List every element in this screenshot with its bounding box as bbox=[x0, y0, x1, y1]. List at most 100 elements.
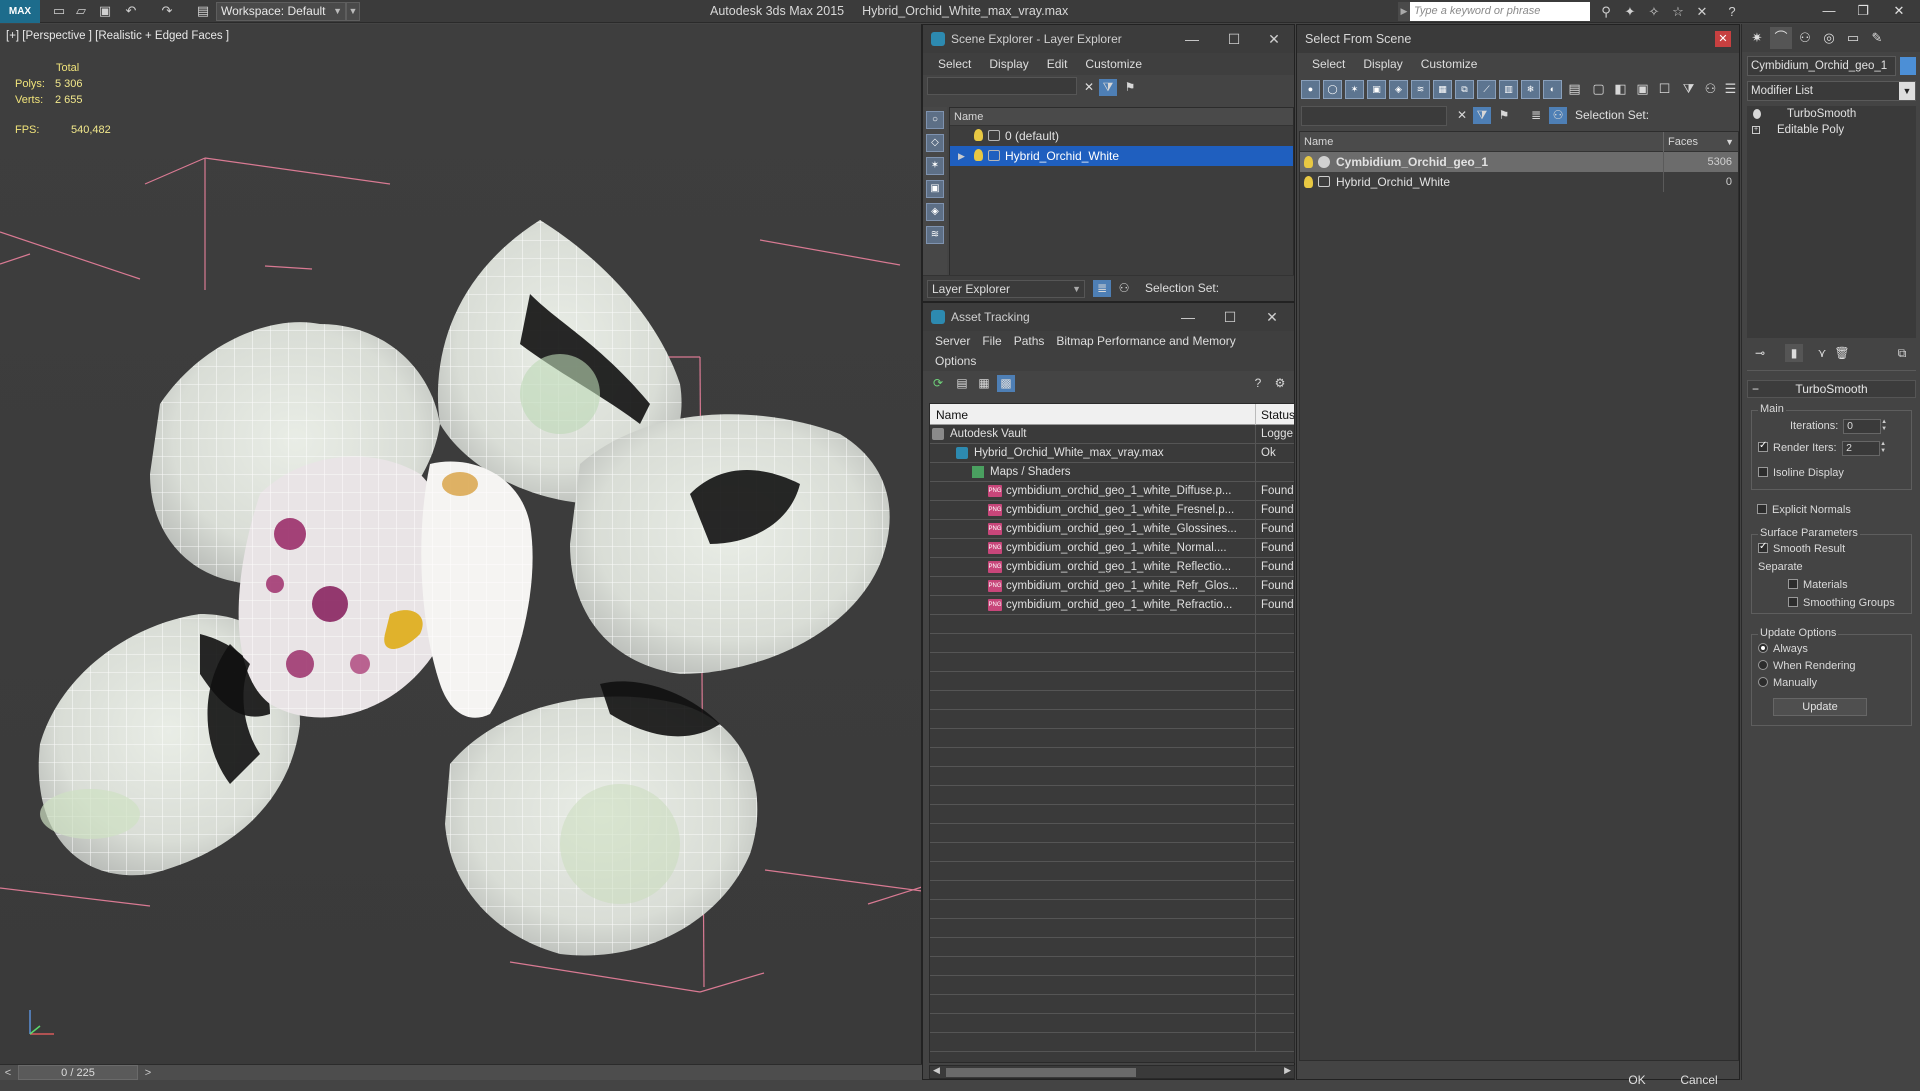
lightbulb-icon[interactable] bbox=[1753, 109, 1761, 119]
geometry-filter-icon[interactable]: ● bbox=[1301, 80, 1320, 99]
lights-filter-icon[interactable]: ✶ bbox=[1345, 80, 1364, 99]
column-header-name[interactable]: Name bbox=[936, 408, 968, 422]
help-icon[interactable]: ? bbox=[1723, 3, 1741, 20]
favorites-star-icon[interactable]: ☆ bbox=[1669, 3, 1687, 20]
find-input[interactable] bbox=[927, 77, 1077, 95]
next-frame-button[interactable]: > bbox=[140, 1065, 156, 1081]
display-invert-icon[interactable]: ◧ bbox=[1611, 80, 1630, 99]
lightbulb-icon[interactable] bbox=[1304, 176, 1313, 188]
exchange-icon[interactable]: ✕ bbox=[1693, 3, 1711, 20]
lightbulb-icon[interactable] bbox=[1304, 156, 1313, 168]
undo-icon[interactable]: ↶ bbox=[122, 3, 140, 19]
menu-display[interactable]: Display bbox=[980, 53, 1037, 75]
display-all-icon[interactable]: ▤ bbox=[1565, 80, 1584, 99]
modifier-list-dropdown[interactable]: Modifier List ▼ bbox=[1747, 81, 1916, 101]
table-view-icon[interactable]: ▩ bbox=[997, 375, 1015, 392]
select-all-icon[interactable]: ▣ bbox=[1633, 80, 1652, 99]
menu-paths[interactable]: Paths bbox=[1008, 331, 1051, 351]
shapes-filter-icon[interactable]: ◯ bbox=[1323, 80, 1342, 99]
collapse-icon[interactable]: − bbox=[1752, 381, 1759, 397]
isoline-checkbox[interactable] bbox=[1758, 467, 1768, 477]
tree-row-default-layer[interactable]: 0 (default) bbox=[950, 126, 1293, 146]
update-button[interactable]: Update bbox=[1773, 698, 1867, 716]
spinner-arrows-icon[interactable]: ▲ ▼ bbox=[1880, 441, 1888, 456]
column-divider[interactable] bbox=[1255, 404, 1256, 425]
display-none-icon[interactable]: ▢ bbox=[1589, 80, 1608, 99]
scroll-right-icon[interactable]: ▶ bbox=[1284, 1065, 1291, 1076]
help-icon[interactable]: ? bbox=[1249, 375, 1267, 392]
highlight-icon[interactable]: ⚑ bbox=[1495, 107, 1513, 124]
explicit-normals-row[interactable]: Explicit Normals bbox=[1757, 504, 1851, 516]
column-header-faces[interactable]: Faces bbox=[1668, 132, 1698, 152]
motion-tab-icon[interactable]: ◎ bbox=[1818, 27, 1840, 49]
groups-filter-icon[interactable]: ▦ bbox=[1433, 80, 1452, 99]
workspace-menu-button[interactable]: ▼ bbox=[346, 2, 360, 21]
horizontal-scrollbar[interactable]: ◀ ▶ bbox=[929, 1065, 1295, 1079]
asset-row[interactable]: PNG cymbidium_orchid_geo_1_white_Glossine… bbox=[930, 520, 1294, 539]
save-icon[interactable]: ▣ bbox=[96, 3, 114, 19]
menu-server[interactable]: Server bbox=[929, 331, 976, 351]
isoline-row[interactable]: Isoline Display bbox=[1758, 467, 1844, 479]
remove-modifier-icon[interactable]: 🗑 bbox=[1833, 344, 1851, 362]
settings-icon[interactable]: ⚙ bbox=[1271, 375, 1289, 392]
object-row-hybrid-orchid[interactable]: Hybrid_Orchid_White 0 bbox=[1300, 172, 1738, 192]
close-icon[interactable]: ✕ bbox=[1715, 31, 1731, 47]
xrefs-filter-icon[interactable]: ⧉ bbox=[1455, 80, 1474, 99]
close-icon[interactable]: ✕ bbox=[1254, 25, 1294, 53]
turbosmooth-rollout-header[interactable]: − TurboSmooth bbox=[1747, 380, 1916, 398]
always-row[interactable]: Always bbox=[1758, 643, 1808, 655]
thumbnail-view-icon[interactable]: ▦ bbox=[975, 375, 993, 392]
minimize-icon[interactable]: — bbox=[1814, 0, 1844, 22]
lightbulb-icon[interactable] bbox=[974, 129, 983, 141]
list-view-icon[interactable]: ▤ bbox=[953, 375, 971, 392]
display-shapes-icon[interactable]: ◇ bbox=[926, 134, 944, 152]
find-input[interactable] bbox=[1301, 106, 1447, 126]
tree-row-hybrid-orchid-layer[interactable]: ▶ Hybrid_Orchid_White bbox=[950, 146, 1293, 166]
layers-icon[interactable]: ≣ bbox=[1527, 107, 1545, 124]
pin-stack-icon[interactable]: ⊸ bbox=[1751, 344, 1769, 362]
asset-row[interactable]: PNG cymbidium_orchid_geo_1_white_Diffuse.… bbox=[930, 482, 1294, 501]
column-header-name[interactable]: Name bbox=[1304, 132, 1333, 152]
make-unique-icon[interactable]: ⋎ bbox=[1813, 344, 1831, 362]
ok-button[interactable]: OK bbox=[1607, 1069, 1667, 1091]
smoothing-groups-row[interactable]: Smoothing Groups bbox=[1788, 597, 1895, 609]
maximize-icon[interactable]: ☐ bbox=[1210, 303, 1250, 331]
menu-customize[interactable]: Customize bbox=[1412, 53, 1487, 75]
menu-edit[interactable]: Edit bbox=[1038, 53, 1077, 75]
maximize-icon[interactable]: ☐ bbox=[1214, 25, 1254, 53]
asset-row[interactable]: Maps / Shaders bbox=[930, 463, 1294, 482]
smoothing-groups-checkbox[interactable] bbox=[1788, 597, 1798, 607]
iterations-spinner[interactable]: 0 bbox=[1843, 419, 1882, 434]
expand-plus-icon[interactable]: + bbox=[1752, 126, 1760, 134]
manually-row[interactable]: Manually bbox=[1758, 677, 1817, 689]
containers-filter-icon[interactable]: ▥ bbox=[1499, 80, 1518, 99]
menu-bitmap-performance[interactable]: Bitmap Performance and Memory bbox=[1050, 331, 1241, 351]
object-row-cymbidium[interactable]: Cymbidium_Orchid_geo_1 5306 bbox=[1300, 152, 1738, 172]
filter-icon[interactable]: ⧩ bbox=[1679, 80, 1698, 99]
search-options-button[interactable]: ▶ bbox=[1398, 2, 1410, 21]
close-icon[interactable]: ✕ bbox=[1884, 0, 1914, 22]
cancel-button[interactable]: Cancel bbox=[1669, 1069, 1729, 1091]
spacewarps-filter-icon[interactable]: ≋ bbox=[1411, 80, 1430, 99]
close-icon[interactable]: ✕ bbox=[1252, 303, 1292, 331]
smooth-result-row[interactable]: Smooth Result bbox=[1758, 541, 1845, 555]
select-from-scene-titlebar[interactable]: Select From Scene ✕ bbox=[1297, 25, 1739, 53]
object-name-field[interactable]: Cymbidium_Orchid_geo_1 bbox=[1747, 56, 1896, 76]
display-spacewarps-icon[interactable]: ≋ bbox=[926, 226, 944, 244]
display-tab-icon[interactable]: ▭ bbox=[1842, 27, 1864, 49]
redo-icon[interactable]: ↷ bbox=[158, 3, 176, 19]
asset-tracking-titlebar[interactable]: Asset Tracking — ☐ ✕ bbox=[923, 303, 1294, 331]
column-header-status[interactable]: Status bbox=[1261, 408, 1294, 422]
menu-file[interactable]: File bbox=[976, 331, 1007, 351]
object-color-swatch[interactable] bbox=[1900, 57, 1916, 75]
filter-icon[interactable]: ⧩ bbox=[1473, 107, 1491, 124]
when-rendering-radio[interactable] bbox=[1758, 660, 1768, 670]
column-header-name[interactable]: Name bbox=[950, 108, 1293, 126]
render-iters-spinner[interactable]: 2 bbox=[1842, 441, 1881, 456]
clear-icon[interactable]: ✕ bbox=[1080, 79, 1098, 96]
refresh-icon[interactable]: ⟳ bbox=[929, 375, 947, 392]
asset-row[interactable]: PNG cymbidium_orchid_geo_1_white_Refr_Glo… bbox=[930, 577, 1294, 596]
cameras-filter-icon[interactable]: ▣ bbox=[1367, 80, 1386, 99]
tools-icon[interactable]: ✦ bbox=[1621, 3, 1639, 20]
bones-filter-icon[interactable]: ⟋ bbox=[1477, 80, 1496, 99]
